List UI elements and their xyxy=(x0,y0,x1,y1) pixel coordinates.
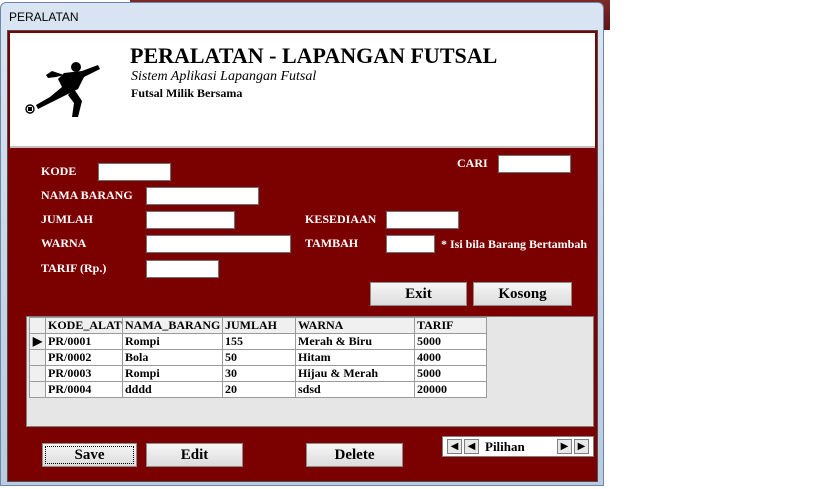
kode-input[interactable] xyxy=(98,163,171,181)
data-grid[interactable]: KODE_ALAT NAMA_BARANG JUMLAH WARNA TARIF… xyxy=(26,316,594,427)
tambah-hint: * Isi bila Barang Bertambah xyxy=(441,237,588,251)
column-header[interactable]: NAMA_BARANG xyxy=(122,317,223,334)
kosong-button-label: Kosong xyxy=(498,286,547,302)
window-title: PERALATAN xyxy=(9,10,79,24)
table-cell[interactable]: 5000 xyxy=(414,333,487,350)
column-header[interactable]: WARNA xyxy=(295,317,415,334)
form-window: PERALATAN PERALATAN - LAPANGAN FUTSAL Si… xyxy=(0,2,604,486)
edit-button-label: Edit xyxy=(180,447,209,463)
title-bar[interactable]: PERALATAN xyxy=(1,3,603,29)
table-row[interactable]: PR/0004 dddd 20 sdsd 20000 xyxy=(29,381,487,398)
save-button-label: Save xyxy=(74,447,105,463)
table-cell[interactable]: Rompi xyxy=(122,365,223,382)
warna-label: WARNA xyxy=(41,236,87,250)
table-cell[interactable]: 155 xyxy=(222,333,296,350)
exit-button[interactable]: Exit xyxy=(370,282,467,306)
grid-header-row: KODE_ALAT NAMA_BARANG JUMLAH WARNA TARIF xyxy=(29,317,487,334)
table-row[interactable]: ▶ PR/0001 Rompi 155 Merah & Biru 5000 xyxy=(29,333,487,350)
column-header[interactable]: KODE_ALAT xyxy=(45,317,123,334)
table-cell[interactable]: Hitam xyxy=(295,349,415,366)
table-row[interactable]: PR/0002 Bola 50 Hitam 4000 xyxy=(29,349,487,366)
page-owner: Futsal Milik Bersama xyxy=(131,86,243,100)
table-cell[interactable]: 4000 xyxy=(414,349,487,366)
table-cell[interactable]: Rompi xyxy=(122,333,223,350)
kode-label: KODE xyxy=(41,164,77,178)
kesediaan-input[interactable] xyxy=(386,211,459,229)
table-cell[interactable]: 20 xyxy=(222,381,296,398)
tambah-input[interactable] xyxy=(386,235,435,253)
nama-barang-input[interactable] xyxy=(146,187,259,205)
table-row[interactable]: PR/0003 Rompi 30 Hijau & Merah 5000 xyxy=(29,365,487,382)
row-selector[interactable] xyxy=(29,349,46,366)
current-row-indicator-icon: ▶ xyxy=(29,333,46,350)
kesediaan-label: KESEDIAAN xyxy=(305,212,377,226)
edit-button[interactable]: Edit xyxy=(146,443,243,467)
table-cell[interactable]: PR/0003 xyxy=(45,365,123,382)
record-navigator: ◀​ ◀ Pilihan ▶ ▶​ xyxy=(442,436,594,457)
delete-button[interactable]: Delete xyxy=(306,443,403,467)
cari-label: CARI xyxy=(457,156,488,170)
exit-button-label: Exit xyxy=(405,286,432,302)
kosong-button[interactable]: Kosong xyxy=(473,282,572,306)
page-title: PERALATAN - LAPANGAN FUTSAL xyxy=(130,43,498,68)
column-header[interactable]: JUMLAH xyxy=(222,317,296,334)
next-record-icon[interactable]: ▶ xyxy=(557,439,572,454)
table-cell[interactable]: dddd xyxy=(122,381,223,398)
table-cell[interactable]: Merah & Biru xyxy=(295,333,415,350)
prev-record-icon[interactable]: ◀ xyxy=(464,439,479,454)
row-selector-header xyxy=(29,317,46,334)
table-cell[interactable]: PR/0001 xyxy=(45,333,123,350)
table-cell[interactable]: Bola xyxy=(122,349,223,366)
table-cell[interactable]: 50 xyxy=(222,349,296,366)
table-cell[interactable]: PR/0004 xyxy=(45,381,123,398)
header-banner: PERALATAN - LAPANGAN FUTSAL Sistem Aplik… xyxy=(10,33,595,148)
table-cell[interactable]: Hijau & Merah xyxy=(295,365,415,382)
delete-button-label: Delete xyxy=(334,447,375,463)
table-cell[interactable]: PR/0002 xyxy=(45,349,123,366)
table-cell[interactable]: sdsd xyxy=(295,381,415,398)
futsal-player-logo xyxy=(25,62,100,117)
jumlah-label: JUMLAH xyxy=(41,212,93,226)
page-subtitle: Sistem Aplikasi Lapangan Futsal xyxy=(131,69,317,84)
tarif-input[interactable] xyxy=(146,260,219,278)
first-record-icon[interactable]: ◀​ xyxy=(447,439,462,454)
grid-table: KODE_ALAT NAMA_BARANG JUMLAH WARNA TARIF… xyxy=(29,317,487,398)
last-record-icon[interactable]: ▶​ xyxy=(574,439,589,454)
tambah-label: TAMBAH xyxy=(305,236,359,250)
form-client-area: PERALATAN - LAPANGAN FUTSAL Sistem Aplik… xyxy=(7,30,598,482)
table-cell[interactable]: 20000 xyxy=(414,381,487,398)
table-cell[interactable]: 30 xyxy=(222,365,296,382)
table-cell[interactable]: 5000 xyxy=(414,365,487,382)
navigator-caption: Pilihan xyxy=(485,439,525,454)
column-header[interactable]: TARIF xyxy=(414,317,487,334)
warna-input[interactable] xyxy=(146,235,291,253)
row-selector[interactable] xyxy=(29,365,46,382)
row-selector[interactable] xyxy=(29,381,46,398)
tarif-label: TARIF (Rp.) xyxy=(41,261,107,275)
cari-input[interactable] xyxy=(498,155,571,173)
save-button[interactable]: Save xyxy=(42,443,137,467)
jumlah-input[interactable] xyxy=(146,211,235,229)
nama-barang-label: NAMA BARANG xyxy=(41,188,133,202)
